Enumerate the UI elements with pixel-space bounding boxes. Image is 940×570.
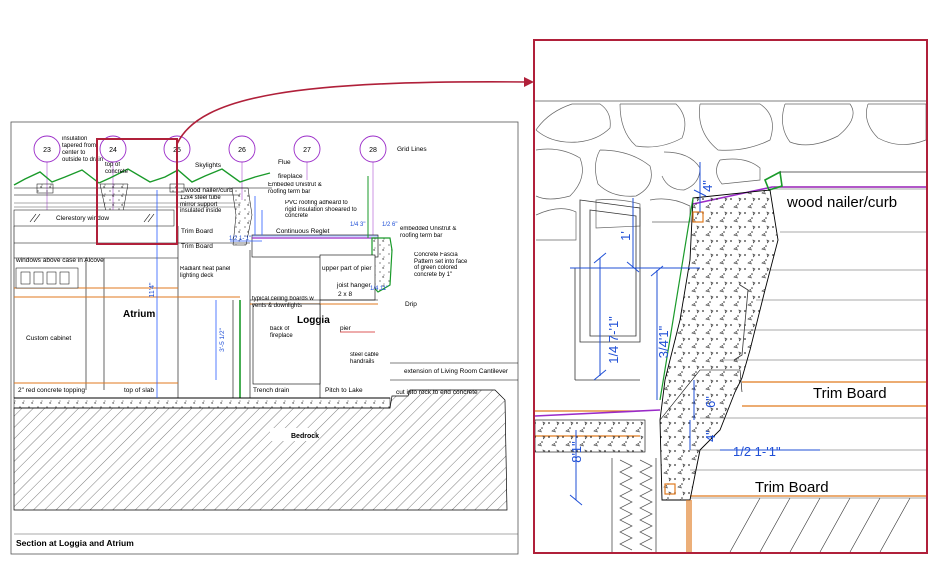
detail-dim-6: 6" bbox=[703, 396, 718, 408]
note-wood-nailer: wood nailer/curb bbox=[184, 187, 233, 194]
note-red-concrete: 2" red concrete topping bbox=[18, 387, 85, 394]
alcove-windows bbox=[15, 267, 79, 289]
label-loggia: Loggia bbox=[297, 315, 330, 326]
note-upper-part-pier: upper part of pier bbox=[322, 265, 372, 272]
grid-marker-27: 27 bbox=[293, 135, 321, 163]
dim-11-4: 11'4" bbox=[149, 282, 156, 297]
note-joist-hanger: joist hanger bbox=[336, 282, 371, 289]
note-2x8: 2 x 8 bbox=[338, 291, 352, 298]
note-trim-board-2: Trim Board bbox=[181, 243, 213, 250]
note-custom-cabinet: Custom cabinet bbox=[26, 335, 71, 342]
grid-marker-26: 26 bbox=[228, 135, 256, 163]
label-bedrock: Bedrock bbox=[291, 433, 319, 440]
note-embedded-unistrut-2: embedded Unistrut & roofing term bar bbox=[400, 226, 457, 239]
dim-half-2-6: 1/2 6" bbox=[382, 222, 397, 228]
detail-dim-1ft: 1' bbox=[618, 231, 633, 241]
dim-half-1-1: 1/2 1-'1" bbox=[229, 236, 251, 242]
grid-label-24: 24 bbox=[109, 147, 117, 154]
detail-dim-4-top: 4" bbox=[700, 180, 715, 192]
detail-dim-quarter-7-1: 1/4 7-'1" bbox=[606, 316, 621, 364]
section-caption: Section at Loggia and Atrium bbox=[16, 538, 134, 548]
detail-dim-three-quarter-1: 3/4'1" bbox=[656, 325, 671, 358]
detail-dim-8-1: 8'1" bbox=[569, 441, 584, 463]
note-drip: Drip bbox=[405, 301, 417, 308]
dim-3-5: 3'-5 1/2" bbox=[219, 327, 226, 351]
note-fireplace: fireplace bbox=[278, 173, 303, 180]
note-typical-ceiling: typical ceiling boards w vents & downlig… bbox=[252, 296, 314, 309]
note-trench-drain: Trench drain bbox=[253, 387, 290, 394]
grid-marker-28: 28 bbox=[359, 135, 387, 163]
detail-dim-4-lower: 4" bbox=[703, 430, 718, 442]
grid-marker-23: 23 bbox=[33, 135, 61, 163]
concrete-slab bbox=[13, 397, 391, 409]
note-back-fireplace: back of fireplace bbox=[270, 326, 293, 339]
detail-trim-board-lower: Trim Board bbox=[755, 479, 829, 496]
grid-lines-label: Grid Lines bbox=[397, 146, 427, 153]
section-drawing: 23 24 25 26 27 28 Grid Lines 11'4" 3'-5 … bbox=[10, 121, 519, 555]
detail-trim-board-upper: Trim Board bbox=[813, 385, 887, 402]
note-top-of-concrete: top of concrete bbox=[105, 162, 129, 175]
detail-dim-half-1-1: 1/2 1-'1" bbox=[733, 444, 781, 459]
note-skylights: Skylights bbox=[195, 162, 222, 169]
note-top-of-slab: top of slab bbox=[124, 387, 154, 394]
drawing-canvas: 23 24 25 26 27 28 Grid Lines 11'4" 3'-5 … bbox=[10, 39, 928, 555]
detail-wood-nailer: wood nailer/curb bbox=[786, 194, 897, 211]
note-cut-into-rock: cut into rock to end concrete bbox=[396, 389, 478, 396]
callout-arrowhead bbox=[524, 77, 534, 87]
grid-label-23: 23 bbox=[43, 147, 51, 154]
note-pattern-set: Pattern set into face of green colored c… bbox=[414, 258, 468, 278]
note-continuous-reglet: Continuous Reglet bbox=[276, 228, 330, 235]
note-pvc-roofing: PVC roofing adheard to rigid insulation … bbox=[285, 200, 357, 219]
grid-label-28: 28 bbox=[369, 147, 377, 154]
note-pitch-lake: Pitch to Lake bbox=[325, 387, 363, 394]
note-radiant-heat: Radiant heat panel lighting deck bbox=[180, 266, 231, 279]
detail-view: wood nailer/curb Trim Board Trim Board 4… bbox=[533, 39, 928, 554]
note-steel-tube: 12x4 steel tube mirror support insulated… bbox=[180, 195, 222, 214]
grid-label-26: 26 bbox=[238, 147, 246, 154]
note-steel-cable: steel cable handrails bbox=[350, 352, 379, 365]
note-trim-board-1: Trim Board bbox=[181, 228, 213, 235]
note-windows-above: windows above case in Alcove bbox=[15, 257, 104, 264]
grid-label-27: 27 bbox=[303, 147, 311, 154]
dim-quarter-11: 1/4 11" bbox=[370, 286, 388, 292]
label-atrium: Atrium bbox=[123, 309, 155, 320]
note-extension: extension of Living Room Cantilever bbox=[404, 368, 509, 375]
note-embeded-unistrut: Embeded Unistrut & roofing term bar bbox=[268, 182, 322, 195]
note-flue: Flue bbox=[278, 159, 291, 166]
bedrock bbox=[13, 389, 508, 511]
note-clerestory: Clerestory window bbox=[56, 215, 109, 222]
note-pier: pier bbox=[340, 325, 352, 332]
